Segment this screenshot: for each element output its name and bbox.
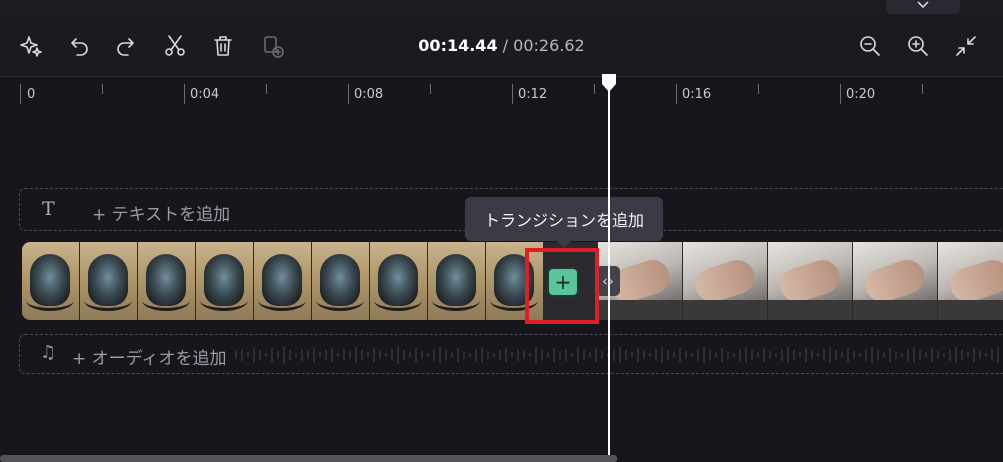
ruler-tick: [184, 84, 185, 104]
ruler-label: 0:04: [190, 87, 220, 102]
current-time: 00:14.44: [418, 36, 498, 55]
ruler-label: 0: [27, 87, 36, 102]
video-track[interactable]: [22, 242, 1003, 320]
ruler-label: 0:20: [846, 87, 876, 102]
horizontal-scrollbar[interactable]: [0, 455, 617, 462]
ruler-label: 0:12: [518, 87, 548, 102]
video-thumbnail: [938, 242, 1003, 320]
zoom-in-icon: [908, 36, 928, 56]
audio-waveform: [235, 346, 1003, 364]
ruler-tick: [20, 84, 21, 104]
ruler-tick: [512, 84, 513, 104]
video-thumbnail: [428, 242, 485, 320]
tooltip-text: トランジションを追加: [483, 211, 644, 230]
top-strip: [0, 0, 1003, 14]
total-time: 00:26.62: [513, 36, 585, 55]
video-thumbnail: [683, 242, 767, 320]
video-thumbnail: [768, 242, 852, 320]
expand-panel-tab[interactable]: [886, 0, 960, 14]
video-thumbnail: [853, 242, 937, 320]
tooltip-arrow: [557, 241, 571, 248]
highlight-box: [525, 248, 599, 324]
video-thumbnail: [80, 242, 137, 320]
fit-timeline-button[interactable]: [953, 33, 979, 59]
playback-time: 00:14.44 / 00:26.62: [0, 36, 1003, 55]
text-icon: T: [42, 198, 55, 220]
ruler-tick: [102, 84, 103, 94]
zoom-out-icon: [860, 36, 880, 56]
ruler-tick: [266, 84, 267, 94]
ruler-tick: [348, 84, 349, 104]
add-text-label: + テキストを追加: [92, 205, 231, 225]
chevron-down-icon: [917, 1, 929, 9]
video-thumbnail: [254, 242, 311, 320]
ruler-label: 0:08: [354, 87, 384, 102]
ruler-tick: [922, 84, 923, 94]
ruler-tick: [758, 84, 759, 94]
time-ruler[interactable]: 0 0:04 0:08 0:12 0:16 0:20: [0, 77, 1003, 107]
playhead-line[interactable]: [608, 80, 610, 462]
video-thumbnail: [138, 242, 195, 320]
zoom-out-button[interactable]: [857, 33, 883, 59]
add-audio-label: + オーディオを追加: [72, 349, 227, 369]
collapse-icon: [956, 36, 976, 56]
music-note-icon: ♫: [40, 342, 57, 363]
video-thumbnail: [196, 242, 253, 320]
video-thumbnail: [370, 242, 427, 320]
time-separator: /: [497, 36, 514, 55]
ruler-tick: [676, 84, 677, 104]
video-thumbnail: [22, 242, 79, 320]
playhead-handle[interactable]: [600, 73, 618, 93]
ruler-tick: [840, 84, 841, 104]
zoom-in-button[interactable]: [905, 33, 931, 59]
add-transition-tooltip: トランジションを追加: [465, 197, 663, 248]
add-audio-track[interactable]: ♫ + オーディオを追加: [19, 334, 1003, 374]
ruler-tick: [594, 84, 595, 94]
video-thumbnail: [312, 242, 369, 320]
ruler-tick: [430, 84, 431, 94]
timeline-toolbar: 00:14.44 / 00:26.62: [0, 14, 1003, 77]
ruler-label: 0:16: [682, 87, 712, 102]
